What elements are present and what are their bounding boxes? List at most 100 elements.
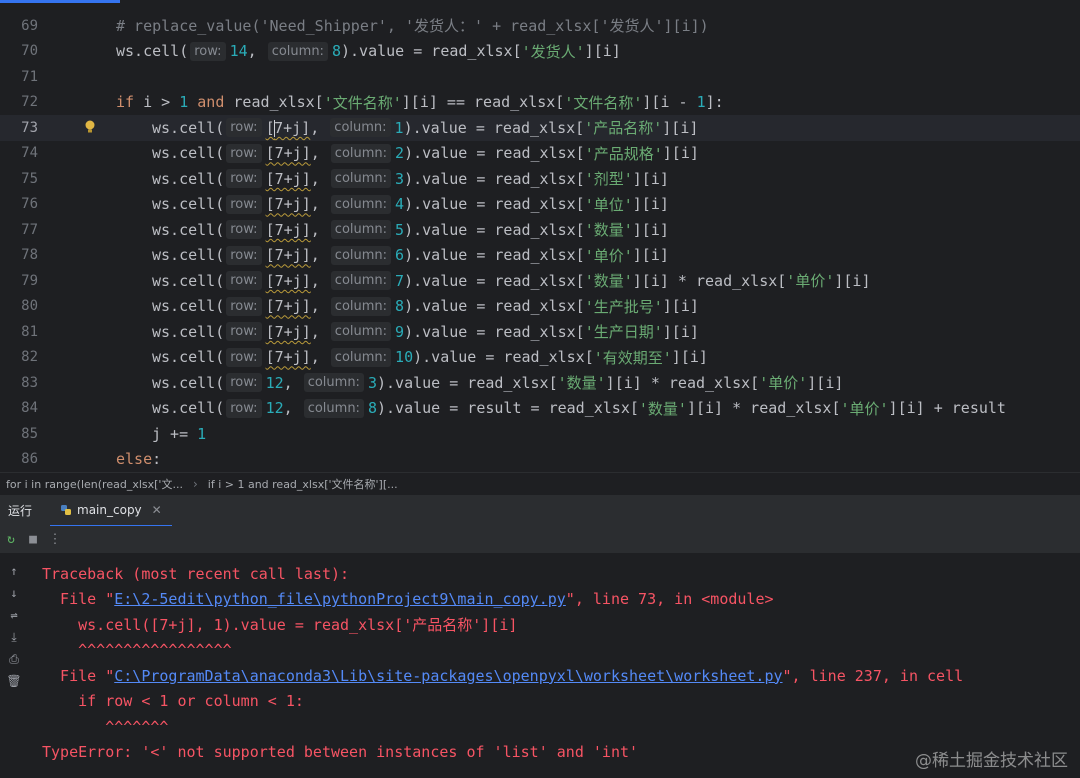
line-number: 69 (21, 17, 38, 34)
print-icon[interactable]: ⎙ (3, 650, 25, 668)
code-line-current[interactable]: 73 ws.cell(row: [7+j], column: 1).value = … (0, 115, 1080, 141)
line-number: 76 (21, 196, 38, 213)
code-text: j += 1 (152, 424, 207, 443)
code-line[interactable]: 85 j += 1 (0, 421, 1080, 447)
breadcrumb-item[interactable]: if i > 1 and read_xlsx['文件名称'][... (202, 476, 404, 492)
param-hint: row: (190, 41, 226, 61)
file-link[interactable]: E:\2-5edit\python_file\pythonProject9\ma… (114, 590, 566, 608)
param-hint: column: (330, 143, 392, 163)
code-text: if i > 1 and read_xlsx['文件名称'][i] == rea… (116, 93, 724, 112)
traceback-code: ws.cell([7+j], 1).value = read_xlsx['产品名… (42, 616, 518, 635)
line-number: 83 (21, 374, 38, 391)
code-text: ws.cell(row: [7+j], column: 3).value = rea… (152, 169, 669, 189)
code-text: ws.cell(row: [7+j], column: 5).value = rea… (152, 220, 669, 240)
soft-wrap-icon[interactable]: ⇌ (3, 606, 25, 624)
code-line[interactable]: 80 ws.cell(row: [7+j], column: 8).value = … (0, 294, 1080, 320)
line-number: 78 (21, 247, 38, 264)
code-line[interactable]: 81 ws.cell(row: [7+j], column: 9).value = … (0, 319, 1080, 345)
run-tab-label: main_copy (77, 502, 142, 517)
code-line[interactable]: 78 ws.cell(row: [7+j], column: 6).value = … (0, 243, 1080, 269)
rerun-icon[interactable]: ↻ (0, 529, 22, 551)
code-line[interactable]: 75 ws.cell(row: [7+j], column: 3).value = … (0, 166, 1080, 192)
file-link[interactable]: C:\ProgramData\anaconda3\Lib\site-packag… (114, 667, 782, 685)
param-hint: row: (226, 296, 262, 316)
param-hint: column: (303, 398, 364, 418)
code-editor[interactable]: 69 # replace_value('Need_Shipper', '发货人：… (0, 0, 1080, 472)
code-text: else: (116, 450, 162, 469)
python-icon (61, 504, 72, 515)
code-line[interactable]: 70 ws.cell(row: 14, column: 8).value = rea… (0, 39, 1080, 65)
run-panel-title[interactable]: 运行 (0, 502, 40, 519)
breadcrumb: for i in range(len(read_xlsx['文... › if … (0, 472, 1080, 494)
param-hint: column: (330, 271, 392, 291)
code-text: ws.cell(row: [7+j], column: 10).value = re… (152, 347, 708, 367)
code-line[interactable]: 74 ws.cell(row: [7+j], column: 2).value = … (0, 141, 1080, 167)
stop-icon[interactable]: ■ (22, 529, 44, 551)
line-number: 79 (21, 272, 38, 289)
arrow-down-icon[interactable]: ↓ (3, 584, 25, 602)
scroll-to-end-icon[interactable]: ⤓ (3, 628, 25, 646)
line-number: 80 (21, 298, 38, 315)
line-number: 70 (21, 43, 38, 60)
param-hint: column: (330, 194, 392, 214)
tab-main-copy[interactable]: main_copy ✕ (50, 495, 172, 527)
more-options-icon[interactable]: ⋮ (44, 529, 66, 551)
code-text: ws.cell(row: [7+j], column: 6).value = rea… (152, 245, 669, 265)
param-hint: row: (226, 118, 262, 138)
code-text: ws.cell(row: 12, column: 8).value = result… (152, 398, 1006, 418)
code-text: ws.cell(row: [7+j], column: 2).value = rea… (152, 143, 699, 163)
trash-icon[interactable]: 🗑 (3, 672, 25, 690)
line-number: 85 (21, 425, 38, 442)
line-number: 82 (21, 349, 38, 366)
line-number: 81 (21, 323, 38, 340)
param-hint: row: (226, 220, 262, 240)
traceback-frame: File " E:\2-5edit\python_file\pythonProje… (42, 590, 774, 609)
param-hint: row: (226, 398, 262, 418)
line-number: 71 (21, 68, 38, 85)
traceback-code: if row < 1 or column < 1: (42, 692, 304, 711)
code-line[interactable]: 86 else: (0, 447, 1080, 473)
code-line[interactable]: 72 if i > 1 and read_xlsx['文件名称'][i] == … (0, 90, 1080, 116)
param-hint: row: (226, 245, 262, 265)
param-hint: row: (226, 271, 262, 291)
code-line[interactable]: 71 (0, 64, 1080, 90)
param-hint: column: (330, 118, 391, 138)
code-line[interactable]: 76 ws.cell(row: [7+j], column: 4).value = … (0, 192, 1080, 218)
lightbulb-icon[interactable] (84, 119, 96, 135)
line-number: 74 (21, 145, 38, 162)
watermark: @稀土掘金技术社区 (915, 751, 1068, 771)
breadcrumb-item[interactable]: for i in range(len(read_xlsx['文... (0, 476, 189, 492)
traceback-frame: File " C:\ProgramData\anaconda3\Lib\site-… (42, 666, 964, 685)
code-line[interactable]: 83 ws.cell(row: 12, column: 3).value = rea… (0, 370, 1080, 396)
param-hint: row: (226, 194, 262, 214)
param-hint: row: (226, 347, 262, 367)
code-line[interactable]: 84 ws.cell(row: 12, column: 8).value = res… (0, 396, 1080, 422)
code-line[interactable]: 79 ws.cell(row: [7+j], column: 7).value = … (0, 268, 1080, 294)
run-tool-window-header: 运行 main_copy ✕ (0, 494, 1080, 527)
code-line[interactable]: 69 # replace_value('Need_Shipper', '发货人：… (0, 13, 1080, 39)
param-hint: column: (330, 220, 392, 240)
code-text: ws.cell(row: 14, column: 8).value = read_x… (116, 41, 621, 61)
param-hint: column: (330, 245, 392, 265)
code-comment: # replace_value('Need_Shipper', '发货人：' +… (116, 17, 709, 36)
param-hint: column: (330, 169, 392, 189)
error-message: TypeError: '<' not supported between ins… (42, 743, 639, 762)
code-text: ws.cell(row: [7+j], column: 4).value = rea… (152, 194, 669, 214)
code-text: ws.cell(row: [7+j], column: 9).value = rea… (152, 322, 699, 342)
text-caret (273, 119, 276, 137)
run-toolbar: ↻ ■ ⋮ (0, 526, 1080, 554)
close-icon[interactable]: ✕ (152, 503, 162, 517)
chevron-right-icon: › (192, 476, 198, 491)
code-text: ws.cell(row: [7+j], column: 7).value = rea… (152, 271, 871, 291)
param-hint: column: (267, 41, 328, 61)
line-number: 77 (21, 221, 38, 238)
editor-tab-indicator (0, 0, 120, 3)
console-side-toolbar: ↑ ↓ ⇌ ⤓ ⎙ 🗑 (0, 554, 28, 778)
arrow-up-icon[interactable]: ↑ (3, 562, 25, 580)
console-output[interactable]: ↑ ↓ ⇌ ⤓ ⎙ 🗑 Traceback (most recent call … (0, 554, 1080, 778)
code-line[interactable]: 82 ws.cell(row: [7+j], column: 10).value =… (0, 345, 1080, 371)
line-number: 86 (21, 451, 38, 468)
code-text: ws.cell(row: 12, column: 3).value = read_x… (152, 373, 844, 393)
param-hint: row: (226, 169, 262, 189)
code-line[interactable]: 77 ws.cell(row: [7+j], column: 5).value = … (0, 217, 1080, 243)
